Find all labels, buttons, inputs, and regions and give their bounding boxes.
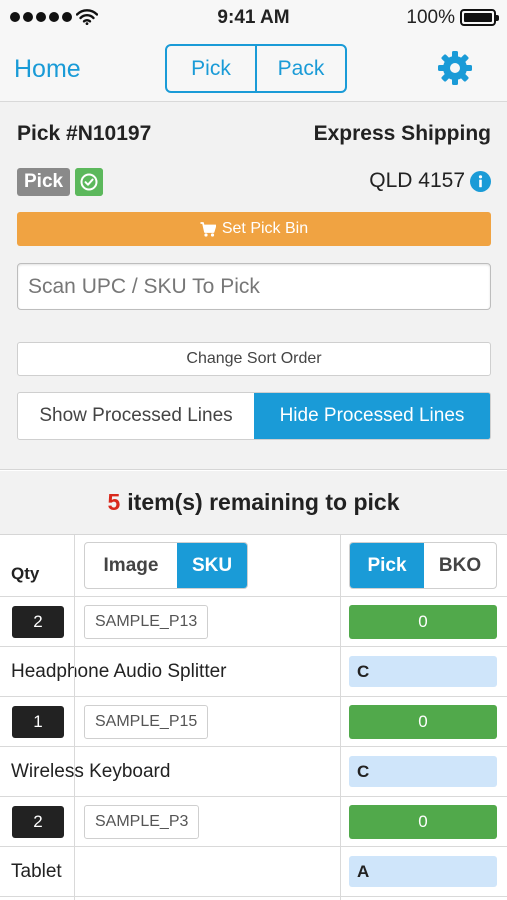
remaining-text: item(s) remaining to pick (127, 489, 400, 515)
postcode: QLD 4157 (369, 169, 465, 192)
picked-count-button[interactable]: 0 (349, 805, 497, 839)
bko-mode-button[interactable]: BKO (424, 543, 496, 588)
cart-icon (200, 221, 216, 237)
pick-bko-toggle: Pick BKO (349, 542, 497, 589)
check-circle-icon (75, 168, 103, 196)
pick-pack-segmented-control: Pick Pack (165, 44, 347, 93)
table-row: 2 SAMPLE_P13 0 (0, 597, 507, 647)
gear-icon[interactable] (437, 50, 473, 86)
items-remaining-banner: 5 item(s) remaining to pick (0, 471, 507, 535)
status-bar: 9:41 AM 100% (0, 0, 507, 36)
column-divider (74, 535, 75, 900)
qty-column-header: Qty (11, 564, 40, 583)
table-row: Tablet A (0, 847, 507, 897)
set-pick-bin-label: Set Pick Bin (221, 220, 309, 237)
table-header: Qty Image SKU Pick BKO (0, 535, 507, 597)
sku-view-button[interactable]: SKU (177, 543, 247, 588)
processed-lines-toggle: Show Processed Lines Hide Processed Line… (17, 392, 491, 440)
nav-bar: Home Pick Pack (0, 36, 507, 102)
info-icon[interactable] (470, 171, 491, 192)
bin-location: C (349, 756, 497, 787)
home-link[interactable]: Home (14, 55, 81, 84)
image-view-button[interactable]: Image (85, 543, 177, 588)
table-row: 2 SAMPLE_P3 0 (0, 797, 507, 847)
table-row: 1 SAMPLE_P15 0 (0, 697, 507, 747)
sku-label[interactable]: SAMPLE_P3 (84, 805, 200, 839)
table-row: Headphone Audio Splitter C (0, 647, 507, 697)
show-processed-lines-button[interactable]: Show Processed Lines (18, 393, 254, 439)
pick-order-title: Pick #N10197 (17, 122, 152, 145)
product-name: Tablet (11, 861, 62, 882)
sku-label[interactable]: SAMPLE_P13 (84, 605, 209, 639)
pick-order-panel: Pick #N10197 Express Shipping Pick QLD 4… (0, 102, 507, 470)
column-divider (340, 535, 341, 900)
bin-location: A (349, 856, 497, 887)
remaining-count: 5 (107, 489, 121, 515)
qty-badge: 2 (12, 806, 64, 838)
battery-icon (460, 9, 499, 26)
image-sku-toggle: Image SKU (84, 542, 248, 589)
qty-badge: 1 (12, 706, 64, 738)
sku-label[interactable]: SAMPLE_P15 (84, 705, 209, 739)
picked-count-button[interactable]: 0 (349, 705, 497, 739)
pick-mode-button[interactable]: Pick (350, 543, 424, 588)
change-sort-order-button[interactable]: Change Sort Order (17, 342, 491, 376)
hide-processed-lines-button[interactable]: Hide Processed Lines (254, 393, 490, 439)
picked-count-button[interactable]: 0 (349, 605, 497, 639)
qty-badge: 2 (12, 606, 64, 638)
battery-percentage: 100% (406, 7, 455, 28)
tab-pick[interactable]: Pick (167, 46, 255, 91)
product-name: Headphone Audio Splitter (11, 661, 227, 682)
status-badge: Pick (17, 168, 71, 196)
bin-location: C (349, 656, 497, 687)
shipping-method: Express Shipping (313, 122, 491, 145)
set-pick-bin-button[interactable]: Set Pick Bin (17, 212, 491, 246)
product-name: Wireless Keyboard (11, 761, 171, 782)
scan-sku-input[interactable] (17, 263, 491, 310)
tab-pack[interactable]: Pack (255, 46, 345, 91)
table-row: Wireless Keyboard C (0, 747, 507, 797)
